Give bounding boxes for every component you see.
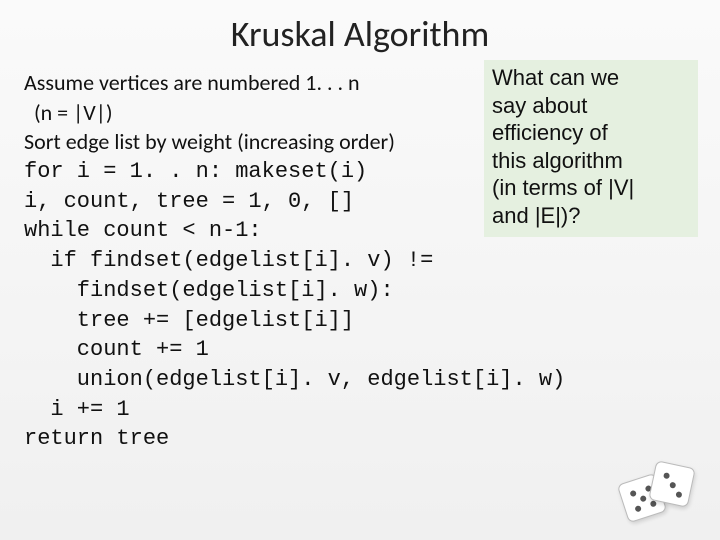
algorithm-body: Assume vertices are numbered 1. . . n (n… [24,68,696,454]
die-icon [648,460,695,507]
algo-line: union(edgelist[i]. v, edgelist[i]. w) [24,365,696,395]
algo-line: tree += [edgelist[i]] [24,306,696,336]
algo-line: i += 1 [24,395,696,425]
algo-line: (n = |V|) [24,98,696,128]
algo-line: count += 1 [24,335,696,365]
algo-line: Sort edge list by weight (increasing ord… [24,127,696,157]
algo-line: i, count, tree = 1, 0, [] [24,187,696,217]
algo-line: return tree [24,424,696,454]
algo-line: if findset(edgelist[i]. v) != [24,246,696,276]
dice-icon [622,456,702,526]
slide: Kruskal Algorithm What can we say about … [0,0,720,540]
algo-line: while count < n-1: [24,216,696,246]
algo-line: for i = 1. . n: makeset(i) [24,157,696,187]
slide-title: Kruskal Algorithm [24,12,696,56]
algo-line: findset(edgelist[i]. w): [24,276,696,306]
algo-line: Assume vertices are numbered 1. . . n [24,68,696,98]
